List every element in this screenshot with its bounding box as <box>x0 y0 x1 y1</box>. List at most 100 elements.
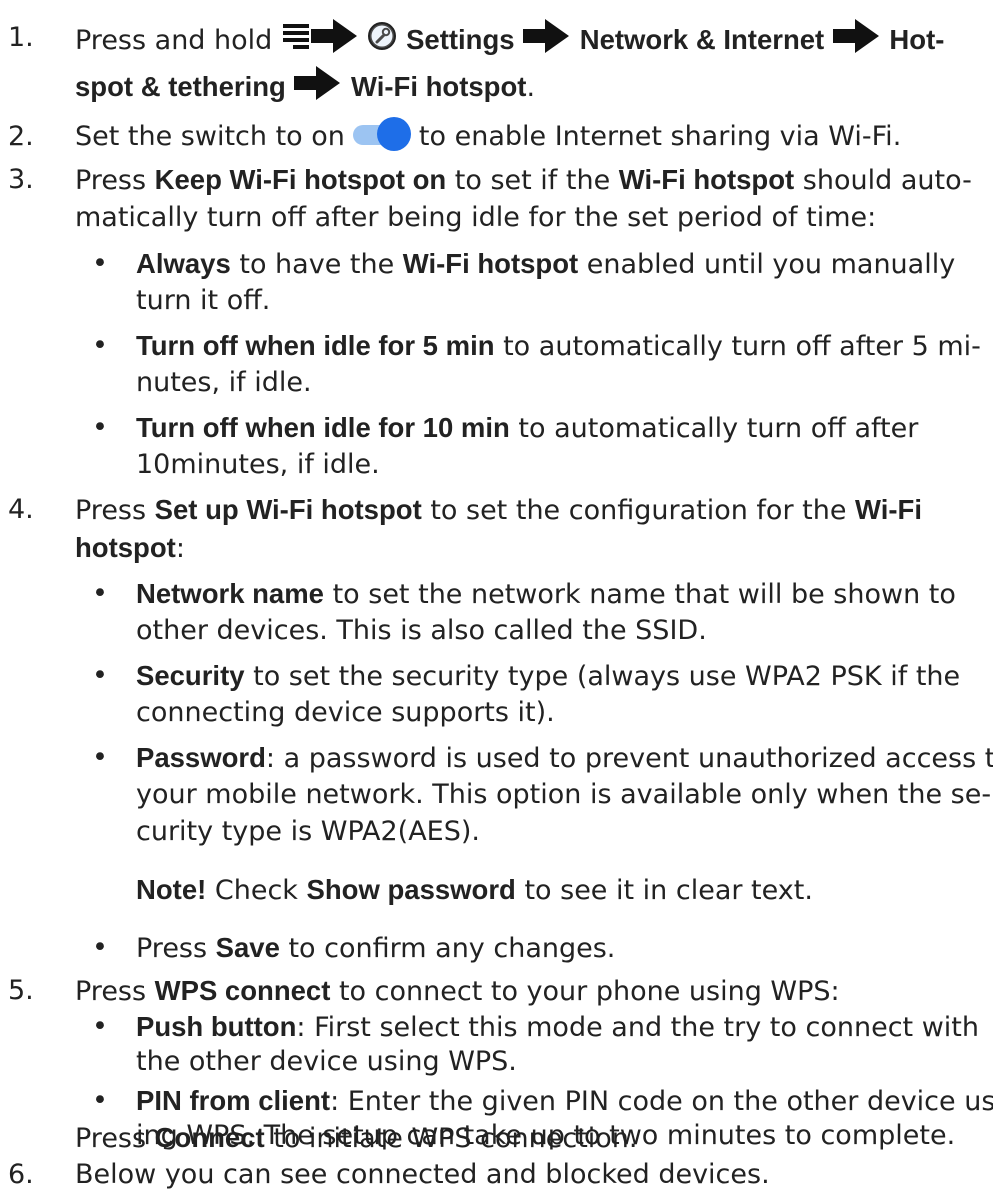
bullet-text-part: Press <box>136 933 216 964</box>
menu-icon <box>281 21 311 62</box>
show-password-label: Show password <box>306 874 516 905</box>
bullet-text: the other device using WPS. <box>136 1046 517 1077</box>
wifi-hotspot-label: Wi-Fi hotspot <box>618 164 795 195</box>
bullet: • <box>92 660 108 691</box>
toggle-knob <box>376 116 411 151</box>
bullet: • <box>92 248 108 279</box>
step-2-text: Set the switch to on to enable Internet s… <box>75 116 902 156</box>
step-text: Press and hold <box>75 25 281 56</box>
idle-5-min-label: Turn off when idle for 5 min <box>136 330 495 361</box>
bullet-text-part: to set the security type (always use WPA… <box>244 661 961 692</box>
bullet: • <box>92 578 108 609</box>
settings-label: Settings <box>406 24 515 55</box>
bullet-text-part: to automatically turn off after <box>509 413 919 444</box>
bullet-text-part: : a password is used to prevent unauthor… <box>265 743 993 774</box>
step-text: Press <box>75 495 155 526</box>
bullet-text-part: : First select this mode and the try to … <box>296 1012 979 1043</box>
bullet-text: 10minutes, if idle. <box>136 449 380 480</box>
network-name-label: Network name <box>136 578 324 609</box>
password-label: Password <box>136 742 266 773</box>
hotspot-tethering-label-part1: Hot- <box>889 24 945 55</box>
step-1-text: Press and hold Settings Network & Intern… <box>75 19 944 64</box>
bullet-text-part: enabled until you manually <box>578 249 956 280</box>
step-text: : <box>175 533 185 564</box>
always-label: Always <box>136 248 231 279</box>
bullet-text-part: to have the <box>230 249 403 280</box>
step-text: Press <box>75 165 155 196</box>
arrow-right-icon <box>294 66 342 111</box>
settings-wrench-icon <box>367 21 397 62</box>
bullet-text: Turn off when idle for 10 min to automat… <box>136 409 918 448</box>
step-number: 5. <box>8 975 34 1006</box>
security-label: Security <box>136 660 245 691</box>
wifi-hotspot-label: Wi-Fi hotspot <box>351 71 527 102</box>
note-text: Note! Check Show password to see it in c… <box>136 871 813 910</box>
wifi-hotspot-label: Wi-Fi hotspot <box>402 248 579 279</box>
bullet-text: your mobile network. This option is avai… <box>136 779 992 810</box>
step-text: Press <box>75 1123 155 1154</box>
arrow-right-icon <box>523 19 571 64</box>
step-1-text-cont: spot & tethering Wi-Fi hotspot. <box>75 66 535 111</box>
connect-text: Press Connect to initiate WPS connection… <box>75 1121 638 1155</box>
step-number: 4. <box>8 494 34 525</box>
bullet: • <box>92 412 108 443</box>
bullet-text: Always to have the Wi-Fi hotspot enabled… <box>136 245 955 284</box>
bullet-text: Push button: First select this mode and … <box>136 1008 979 1047</box>
pin-from-client-label: PIN from client <box>136 1085 331 1116</box>
network-internet-label: Network & Internet <box>579 24 825 55</box>
step-3-text: Press Keep Wi-Fi hotspot on to set if th… <box>75 161 972 200</box>
bullet: • <box>92 742 108 773</box>
instruction-page: 1. Press and hold Settings Network & Int… <box>0 0 993 1191</box>
bullet-text: other devices. This is also called the S… <box>136 615 707 646</box>
wps-connect-label: WPS connect <box>154 975 331 1006</box>
arrow-right-icon <box>832 19 881 64</box>
step-text: to initiate WPS connection. <box>264 1123 638 1154</box>
bullet: • <box>92 1085 108 1116</box>
arrow-right-icon <box>310 19 359 64</box>
bullet-text: turn it off. <box>136 285 271 316</box>
step-number: 1. <box>8 22 34 53</box>
step-text: to connect to your phone using WPS: <box>330 976 840 1007</box>
step-6-text: Below you can see connected and blocked … <box>75 1156 770 1194</box>
note-text-part: to see it in clear text. <box>515 875 813 906</box>
bullet-text-part: to automatically turn off after 5 mi- <box>494 331 981 362</box>
step-text: Below you can see connected and blocked … <box>75 1159 770 1190</box>
note-label: Note! <box>136 874 207 905</box>
step-number: 6. <box>8 1159 34 1190</box>
keep-hotspot-on-label: Keep Wi-Fi hotspot on <box>154 164 447 195</box>
bullet-text: Password: a password is used to prevent … <box>136 739 993 778</box>
step-number: 3. <box>8 164 34 195</box>
step-text: . <box>526 72 536 103</box>
toggle-switch-icon <box>351 116 413 151</box>
bullet-text: curity type is WPA2(AES). <box>136 816 480 847</box>
hotspot-label: hotspot <box>75 532 176 563</box>
step-5-text: Press WPS connect to connect to your pho… <box>75 972 840 1011</box>
bullet-text: PIN from client: Enter the given PIN cod… <box>136 1082 993 1121</box>
hotspot-tethering-label-part2: spot & tethering <box>75 71 286 102</box>
bullet-text-part: : Enter the given PIN code on the other … <box>330 1086 993 1117</box>
connect-label: Connect <box>154 1122 265 1153</box>
save-label: Save <box>215 932 280 963</box>
bullet-text: Turn off when idle for 5 min to automati… <box>136 327 981 366</box>
bullet-text: Security to set the security type (alway… <box>136 657 960 696</box>
setup-hotspot-label: Set up Wi-Fi hotspot <box>154 494 422 525</box>
idle-10-min-label: Turn off when idle for 10 min <box>136 412 510 443</box>
bullet: • <box>92 330 108 361</box>
step-text: to set the configuration for the <box>421 495 856 526</box>
bullet-text: Network name to set the network name tha… <box>136 575 956 614</box>
step-text: Set the switch to on <box>75 121 345 152</box>
bullet-text: connecting device supports it). <box>136 697 555 728</box>
step-text: matically turn off after being idle for … <box>75 202 877 233</box>
note-text-part: Check <box>206 875 307 906</box>
step-text: Press <box>75 976 155 1007</box>
wifi-label: Wi-Fi <box>855 494 922 525</box>
push-button-label: Push button <box>136 1011 297 1042</box>
bullet: • <box>92 932 108 963</box>
step-text: hotspot: <box>75 529 185 568</box>
bullet-text-part: to confirm any changes. <box>279 933 616 964</box>
step-number: 2. <box>8 121 34 152</box>
step-text: to enable Internet sharing via Wi-Fi. <box>418 121 902 152</box>
bullet: • <box>92 1011 108 1042</box>
bullet-text: Press Save to confirm any changes. <box>136 929 615 968</box>
bullet-text-part: to set the network name that will be sho… <box>323 579 956 610</box>
